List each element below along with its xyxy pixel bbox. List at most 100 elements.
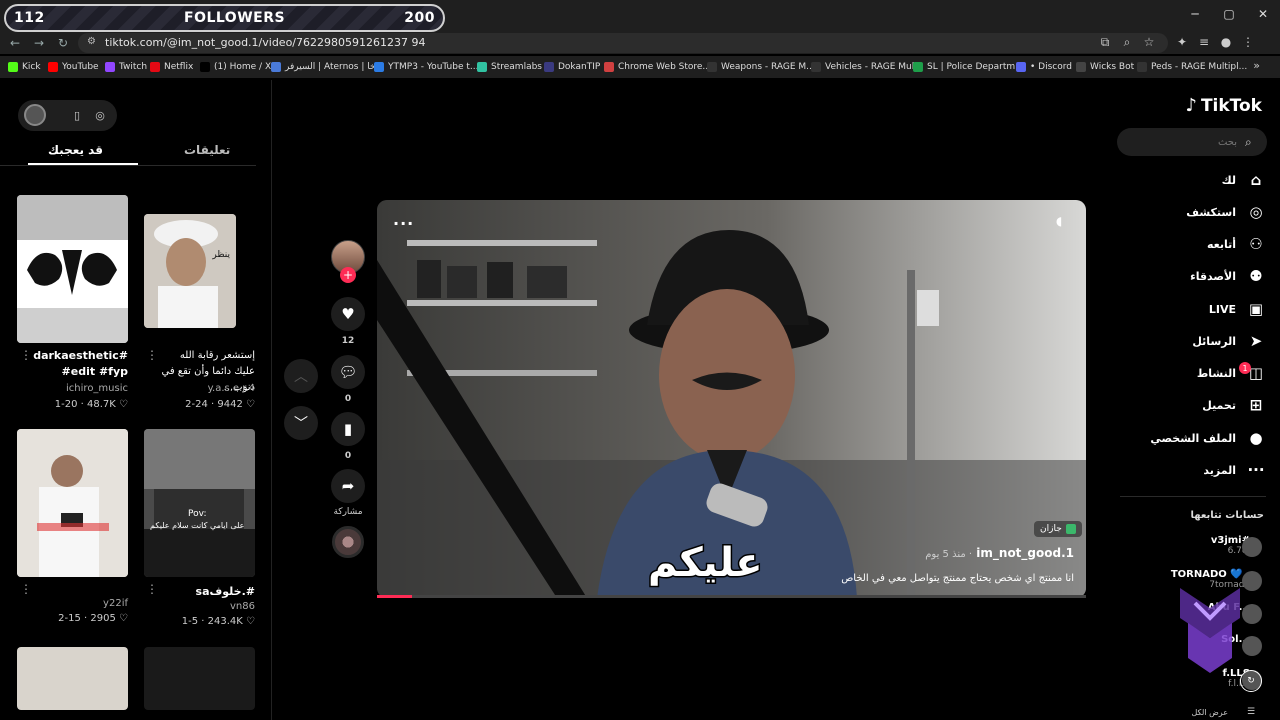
video-author[interactable]: vn86 <box>160 601 255 612</box>
sidebar-nav-item[interactable]: ➤ الرسائل <box>1192 330 1266 352</box>
back-icon[interactable]: ← <box>6 34 24 52</box>
maximize-button[interactable]: ▢ <box>1212 0 1246 28</box>
bookmark-item[interactable]: السيرفر | Aternos | خا... <box>271 60 384 74</box>
sidebar-nav-label: LIVE <box>1208 302 1236 316</box>
video-player[interactable] <box>377 200 1086 598</box>
video-thumbnail-5[interactable] <box>17 647 128 710</box>
browser-menu-icon[interactable]: ⋮ <box>1241 34 1255 50</box>
compass-small-icon[interactable]: ◎ <box>93 108 107 122</box>
video-author-line[interactable]: منذ 5 يوم · im_not_good.1 <box>925 546 1074 560</box>
bookmark-item[interactable]: Netflix <box>150 60 193 74</box>
bookmark-item[interactable]: Vehicles - RAGE Mul... <box>811 60 923 74</box>
share-button[interactable]: ➦ <box>331 469 365 503</box>
extensions-icon[interactable]: ✦ <box>1175 34 1189 50</box>
profile-avatar-icon[interactable]: ● <box>1219 34 1233 50</box>
bookmark-item[interactable]: • Discord <box>1016 60 1072 74</box>
sidebar-nav-item[interactable]: ▣ LIVE <box>1209 298 1266 320</box>
video-thumbnail-2[interactable]: ينظر <box>144 214 236 328</box>
location-icon <box>1065 524 1076 534</box>
bookmark-label: السيرفر | Aternos | خا... <box>285 62 384 72</box>
tiktok-logo[interactable]: ♪ TikTok <box>1185 95 1262 116</box>
tab-you-may-like[interactable]: قد يعجبك <box>48 143 103 157</box>
bookmark-favicon-icon <box>707 62 717 72</box>
forward-icon[interactable]: → <box>30 34 48 52</box>
tab-comments[interactable]: تعليقات <box>184 143 230 157</box>
bookmarks-overflow-icon[interactable]: » <box>1253 59 1260 72</box>
site-info-icon[interactable]: ⚙ <box>87 36 96 47</box>
volume-icon[interactable]: ◖ <box>1056 214 1072 230</box>
avatar[interactable] <box>1242 537 1262 557</box>
bookmark-item[interactable]: Twitch <box>105 60 147 74</box>
previous-video-button[interactable]: ︿ <box>284 359 318 393</box>
media-control-icon[interactable]: ≡ <box>1197 34 1211 50</box>
bookmark-item[interactable]: SL | Police Departm... <box>913 60 1024 74</box>
sidebar-nav-item[interactable]: ··· المزيد <box>1203 459 1266 481</box>
bookmark-item[interactable]: YTMP3 - YouTube t... <box>374 60 478 74</box>
bookmark-button[interactable]: ▮ <box>331 412 365 446</box>
video-more-icon[interactable]: ⋮ <box>20 348 32 362</box>
bookmark-favicon-icon <box>544 62 554 72</box>
comment-count: 0 <box>344 394 352 404</box>
sidebar-nav-item[interactable]: ⊞ تحميل <box>1202 394 1266 416</box>
bookmark-label: YouTube <box>62 62 99 72</box>
video-username[interactable]: im_not_good.1 <box>976 546 1074 560</box>
video-more-icon[interactable]: ⋮ <box>20 582 32 596</box>
video-more-icon[interactable]: ⋮ <box>146 348 158 362</box>
bookmark-item[interactable]: DokanTIP <box>544 60 600 74</box>
follow-plus-icon[interactable]: + <box>340 267 356 283</box>
home-icon: ⌂ <box>1250 171 1262 189</box>
search-icon[interactable]: ⌕ <box>1245 135 1252 150</box>
more-icon: ··· <box>1247 461 1265 479</box>
search-input[interactable] <box>1127 134 1237 150</box>
bookmark-item[interactable]: Chrome Web Store... <box>604 60 711 74</box>
sidebar-nav-item[interactable]: ◎ استكشف <box>1186 201 1266 223</box>
video-progress-track[interactable] <box>377 595 1086 598</box>
bookmark-star-icon[interactable]: ☆ <box>1142 34 1156 50</box>
video-thumbnail-1[interactable] <box>17 195 128 343</box>
thumbnail-text-caption: على ايامي كانت سلام عليكم <box>150 521 245 530</box>
video-more-icon[interactable]: ⋮ <box>146 582 158 596</box>
bookmark-item[interactable]: YouTube <box>48 60 99 74</box>
next-video-button[interactable]: ﹀ <box>284 406 318 440</box>
close-window-button[interactable]: ✕ <box>1246 0 1280 28</box>
comment-button[interactable]: 💬︎ <box>331 355 365 389</box>
video-thumbnail-4[interactable]: Pov: على ايامي كانت سلام عليكم <box>144 429 255 577</box>
music-disc[interactable] <box>332 526 364 558</box>
divider <box>0 165 256 166</box>
video-author[interactable]: y.a.s.e.r.4 <box>160 383 255 394</box>
bookmark-item[interactable]: Streamlabs <box>477 60 542 74</box>
bookmark-item[interactable]: Peds - RAGE Multipl... <box>1137 60 1247 74</box>
bookmark-item[interactable]: Weapons - RAGE M... <box>707 60 815 74</box>
like-button[interactable]: ♥ <box>331 297 365 331</box>
sidebar-nav-item[interactable]: ⚉ الأصدقاء <box>1190 265 1266 287</box>
video-title[interactable]: darkaesthetic# #edit #fyp <box>33 348 128 380</box>
video-options-icon[interactable]: ··· <box>393 214 414 233</box>
mini-avatar[interactable] <box>24 104 46 126</box>
location-tag[interactable]: جازان <box>1034 521 1082 537</box>
list-icon: ☰ <box>1247 707 1256 717</box>
minimize-button[interactable]: ─ <box>1178 0 1212 28</box>
address-url[interactable]: tiktok.com/@im_not_good.1/video/76229805… <box>105 36 425 49</box>
bookmark-count: 0 <box>344 451 352 461</box>
bookmark-label: Peds - RAGE Multipl... <box>1151 62 1248 72</box>
video-title[interactable]: #.خلوفsa <box>160 584 255 600</box>
video-author[interactable]: ichiro_music <box>40 383 128 394</box>
sidebar-nav-item[interactable]: ◫ النشاط <box>1197 362 1266 384</box>
video-thumbnail-6[interactable] <box>144 647 255 710</box>
thumbnail-art <box>17 429 128 577</box>
sidebar-nav-item[interactable]: ● الملف الشخصي <box>1150 427 1266 449</box>
bookmark-item[interactable]: Wicks Bot <box>1076 60 1134 74</box>
reload-icon[interactable]: ↻ <box>54 34 72 52</box>
sidebar-nav-item[interactable]: ⚇ أتابعه <box>1207 233 1266 255</box>
bookmark-item[interactable]: (1) Home / X <box>200 60 271 74</box>
zoom-icon[interactable]: ⌕ <box>1120 34 1134 50</box>
friends-icon: ⚉ <box>1249 267 1263 285</box>
install-app-icon[interactable]: ⧉ <box>1098 34 1112 50</box>
thumbnail-text: ينظر <box>212 250 230 260</box>
phone-icon[interactable]: ▯ <box>70 108 84 122</box>
sidebar-nav-item[interactable]: ⌂ لك <box>1222 169 1266 191</box>
video-author[interactable]: y22if <box>40 598 128 609</box>
video-thumbnail-3[interactable] <box>17 429 128 577</box>
see-all-link[interactable]: عرض الكل <box>1191 708 1228 717</box>
bookmark-item[interactable]: Kick <box>8 60 41 74</box>
